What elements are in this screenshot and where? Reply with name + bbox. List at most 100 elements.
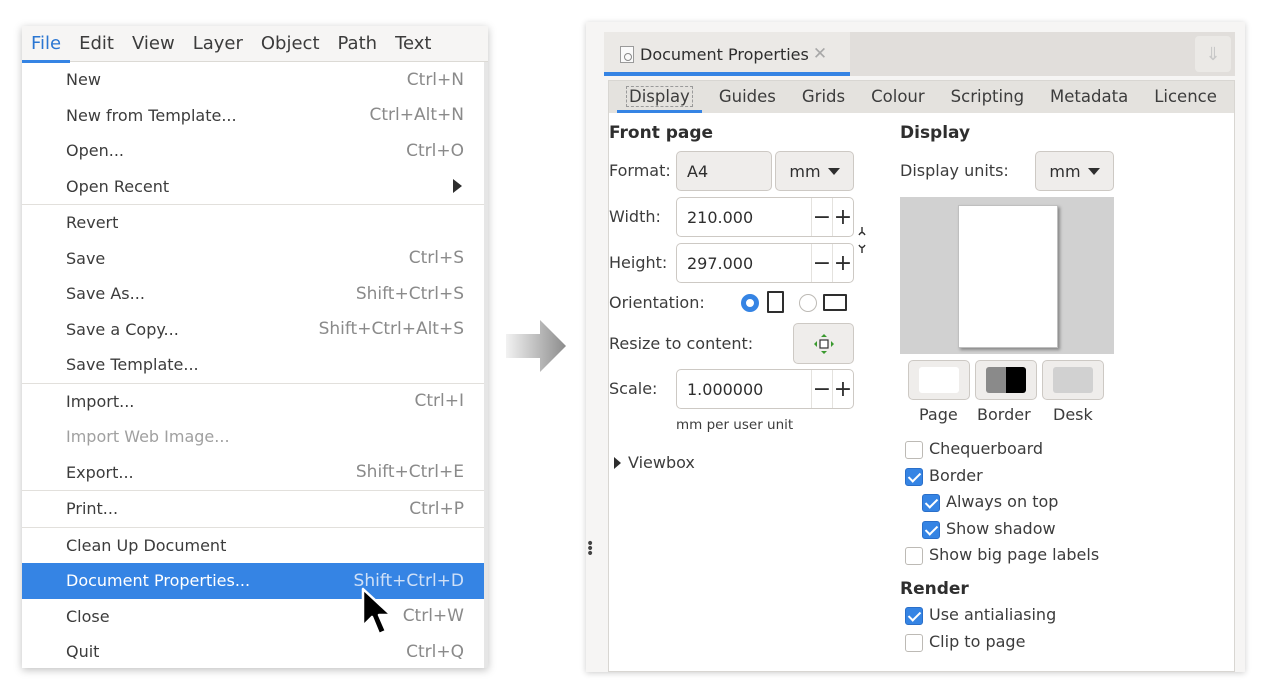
format-dropdown[interactable]: A4 <box>676 151 772 191</box>
clip-to-page-checkbox[interactable] <box>905 633 923 652</box>
menu-item-label: Save <box>66 248 106 268</box>
menu-item-label: Export... <box>66 462 134 482</box>
width-input[interactable]: 210.000 − + <box>676 197 854 237</box>
scale-increment-button[interactable]: + <box>832 370 853 408</box>
show-big-page-labels-checkbox[interactable] <box>905 547 923 565</box>
arrow-down-icon: ⇓ <box>1205 43 1221 65</box>
display-units-label: Display units: <box>900 161 1009 180</box>
menu-item-clean-up-document[interactable]: Clean Up Document <box>22 528 484 564</box>
menu-item-close[interactable]: Close Ctrl+W <box>22 599 484 635</box>
menu-item-quit[interactable]: Quit Ctrl+Q <box>22 634 484 670</box>
drag-handle[interactable]: • • • <box>586 537 594 561</box>
height-value: 297.000 <box>687 253 754 273</box>
menu-item-label: Revert <box>66 213 119 233</box>
page-preview-sheet <box>958 205 1058 348</box>
dock-tab-document-properties[interactable]: Document Properties ✕ <box>604 32 850 76</box>
dock-tab-title: Document Properties <box>640 44 809 64</box>
menu-item-document-properties[interactable]: Document Properties... Shift+Ctrl+D <box>22 563 484 599</box>
display-units-value: mm <box>1049 161 1081 181</box>
dock-menu-button[interactable]: ⇓ <box>1195 36 1231 72</box>
chequerboard-label: Chequerboard <box>929 439 1044 458</box>
desk-color-label: Desk <box>1053 405 1093 424</box>
display-units-dropdown[interactable]: mm <box>1035 151 1114 191</box>
menubar-item-layer[interactable]: Layer <box>184 26 252 62</box>
format-value: A4 <box>687 161 709 181</box>
menubar-item-text[interactable]: Text <box>386 26 440 62</box>
scale-input[interactable]: 1.000000 − + <box>676 369 854 409</box>
menubar-item-file[interactable]: File <box>22 26 71 63</box>
border-color-swatch <box>986 367 1026 393</box>
menu-item-save-template[interactable]: Save Template... <box>22 347 484 383</box>
menubar-item-edit[interactable]: Edit <box>70 26 123 62</box>
menu-item-new-from-template[interactable]: New from Template... Ctrl+Alt+N <box>22 98 484 134</box>
viewbox-expander[interactable]: Viewbox <box>614 453 695 472</box>
tab-grids[interactable]: Grids <box>789 81 858 113</box>
file-menu-screenshot: File Edit View Layer Object Path Text Ne… <box>22 26 488 668</box>
chequerboard-checkbox[interactable] <box>905 441 923 459</box>
show-shadow-label: Show shadow <box>946 518 1056 538</box>
menu-item-revert[interactable]: Revert <box>22 205 484 241</box>
resize-to-content-label: Resize to content: <box>609 334 754 353</box>
desk-color-button[interactable] <box>1042 360 1104 400</box>
menu-item-label: Close <box>66 606 110 626</box>
width-value: 210.000 <box>687 207 754 227</box>
menu-item-save-as[interactable]: Save As... Shift+Ctrl+S <box>22 276 484 312</box>
use-antialiasing-checkbox[interactable] <box>905 607 923 625</box>
menubar-item-path[interactable]: Path <box>329 26 387 62</box>
menu-item-shortcut: Ctrl+I <box>414 391 464 412</box>
height-increment-button[interactable]: + <box>832 244 853 282</box>
menu-item-open-recent[interactable]: Open Recent <box>22 169 484 205</box>
menu-item-new[interactable]: New Ctrl+N <box>22 62 484 98</box>
menu-item-label: Clean Up Document <box>66 535 227 555</box>
border-color-button[interactable] <box>975 360 1037 400</box>
tab-colour[interactable]: Colour <box>858 81 938 113</box>
show-shadow-checkbox[interactable] <box>922 520 940 539</box>
menu-item-save-a-copy[interactable]: Save a Copy... Shift+Ctrl+Alt+S <box>22 312 484 348</box>
file-menu: New Ctrl+N New from Template... Ctrl+Alt+N O… <box>22 62 484 670</box>
menu-item-print[interactable]: Print... Ctrl+P <box>22 491 484 527</box>
menu-item-label: Save As... <box>66 284 145 304</box>
portrait-radio[interactable] <box>741 294 759 312</box>
menu-item-shortcut: Ctrl+W <box>402 606 464 627</box>
page-preview <box>900 197 1114 354</box>
menu-item-export[interactable]: Export... Shift+Ctrl+E <box>22 455 484 491</box>
menu-item-label: New <box>66 70 101 90</box>
menubar-item-view[interactable]: View <box>123 26 184 62</box>
always-on-top-label: Always on top <box>946 492 1059 511</box>
border-checkbox[interactable] <box>905 467 923 486</box>
display-heading: Display <box>900 123 971 143</box>
page-units-value: mm <box>789 161 821 181</box>
page-units-dropdown[interactable]: mm <box>775 151 854 191</box>
tab-scripting[interactable]: Scripting <box>938 81 1037 113</box>
landscape-page-icon <box>823 294 847 311</box>
close-icon[interactable]: ✕ <box>813 44 827 64</box>
render-heading: Render <box>900 579 969 599</box>
menu-item-label: Save a Copy... <box>66 319 179 339</box>
resize-to-content-button[interactable] <box>793 323 854 364</box>
scale-decrement-button[interactable]: − <box>811 370 832 408</box>
menu-item-shortcut: Shift+Ctrl+E <box>355 462 464 483</box>
menu-item-open[interactable]: Open... Ctrl+O <box>22 133 484 169</box>
height-input[interactable]: 297.000 − + <box>676 243 854 283</box>
menubar: File Edit View Layer Object Path Text <box>22 26 488 63</box>
menu-item-import[interactable]: Import... Ctrl+I <box>22 384 484 420</box>
height-decrement-button[interactable]: − <box>811 244 832 282</box>
landscape-radio[interactable] <box>799 294 817 312</box>
tab-guides[interactable]: Guides <box>706 81 789 113</box>
scale-hint: mm per user unit <box>676 417 794 433</box>
portrait-page-icon <box>767 291 784 313</box>
width-increment-button[interactable]: + <box>832 198 853 236</box>
tab-licence[interactable]: Licence <box>1141 81 1230 113</box>
page-color-button[interactable] <box>908 360 970 400</box>
notebook: Display Guides Grids Colour Scripting Me… <box>608 80 1235 672</box>
page-color-swatch <box>919 367 959 393</box>
width-decrement-button[interactable]: − <box>811 198 832 236</box>
tab-display[interactable]: Display <box>613 81 706 113</box>
menubar-item-object[interactable]: Object <box>252 26 329 62</box>
always-on-top-checkbox[interactable] <box>922 494 940 512</box>
menu-item-save[interactable]: Save Ctrl+S <box>22 241 484 277</box>
tab-metadata[interactable]: Metadata <box>1037 81 1141 113</box>
page-color-label: Page <box>919 405 958 424</box>
link-proportions-icon[interactable] <box>857 225 867 255</box>
mouse-pointer-icon <box>361 587 393 636</box>
